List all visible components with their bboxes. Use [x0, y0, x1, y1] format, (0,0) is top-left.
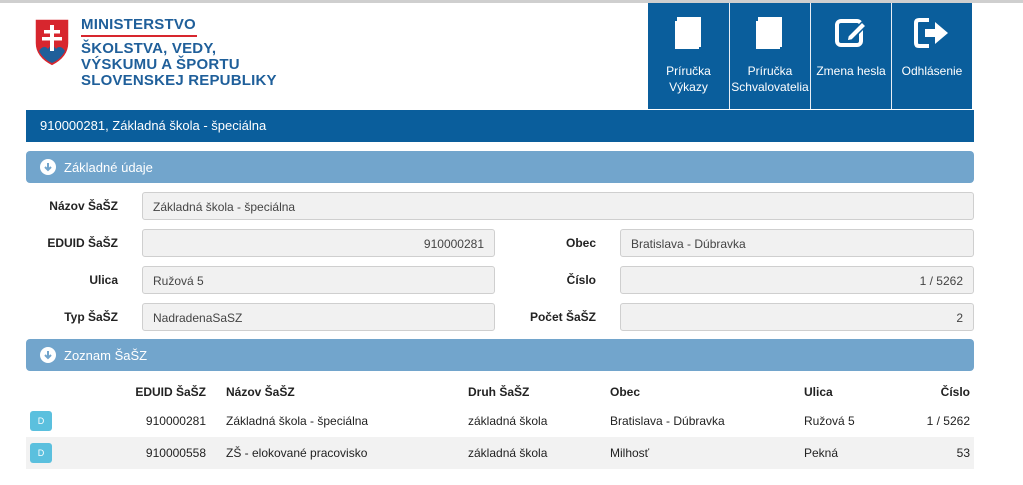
count-label: Počet ŠaŠZ — [529, 310, 596, 324]
book-icon — [754, 13, 786, 53]
cell-name: Základná škola - špeciálna — [226, 414, 369, 428]
section-list-header[interactable]: Zoznam ŠaŠZ — [26, 339, 974, 371]
eduid-field[interactable]: 910000281 — [142, 229, 495, 257]
number-label: Číslo — [566, 273, 596, 287]
name-field[interactable]: Základná škola - špeciálna — [142, 192, 974, 220]
manual-approvers-label: Príručka Schvalovatelia — [731, 64, 809, 94]
street-field[interactable]: Ružová 5 — [142, 266, 495, 294]
edit-icon — [834, 13, 868, 53]
arrow-down-circle-icon — [40, 347, 56, 363]
logo-line-2: ŠKOLSTVA, VEDY, — [81, 40, 217, 57]
detail-button[interactable]: D — [30, 411, 52, 431]
manual-approvers-button[interactable]: Príručka Schvalovatelia — [729, 3, 810, 109]
arrow-down-circle-icon — [40, 159, 56, 175]
municipality-label: Obec — [565, 236, 596, 250]
logout-button[interactable]: Odhlásenie — [891, 3, 972, 109]
section-basic-header[interactable]: Základné údaje — [26, 151, 974, 183]
column-header-name: Názov ŠaŠZ — [226, 385, 295, 399]
cell-municipality: Bratislava - Dúbravka — [610, 414, 725, 428]
detail-button[interactable]: D — [30, 443, 52, 463]
logo-text: MINISTERSTVO ŠKOLSTVA, VEDY, VÝSKUMU A Š… — [81, 17, 277, 89]
table-row[interactable]: D 910000558 ZŠ - elokované pracovisko zá… — [26, 437, 974, 469]
change-password-label: Zmena hesla — [816, 64, 886, 78]
manual-reports-button[interactable]: Príručka Výkazy — [648, 3, 729, 109]
manual-reports-label: Príručka Výkazy — [666, 64, 711, 94]
column-header-municipality: Obec — [610, 385, 641, 399]
type-label: Typ ŠaŠZ — [64, 310, 118, 324]
school-title-bar: 910000281, Základná škola - špeciálna — [26, 110, 974, 142]
column-header-type: Druh ŠaŠZ — [468, 385, 530, 399]
cell-number: 1 / 5262 — [926, 414, 970, 428]
section-basic-title: Základné údaje — [64, 159, 153, 175]
name-label: Názov ŠaŠZ — [49, 199, 118, 213]
cell-type: základná škola — [468, 446, 548, 460]
logo-line-1: MINISTERSTVO — [81, 16, 196, 33]
type-field[interactable]: NadradenaSaSZ — [142, 303, 495, 331]
cell-street: Ružová 5 — [804, 414, 855, 428]
book-icon — [673, 13, 705, 53]
eduid-label: EDUID ŠaŠZ — [47, 236, 118, 250]
ministry-logo: MINISTERSTVO ŠKOLSTVA, VEDY, VÝSKUMU A Š… — [33, 17, 277, 89]
logo-line-4: SLOVENSKEJ REPUBLIKY — [81, 72, 277, 89]
coat-of-arms-icon — [34, 18, 70, 67]
count-field[interactable]: 2 — [620, 303, 974, 331]
cell-eduid: 910000281 — [145, 414, 206, 428]
street-label: Ulica — [89, 273, 118, 287]
cell-eduid: 910000558 — [145, 446, 206, 460]
column-header-street: Ulica — [804, 385, 833, 399]
logout-icon — [913, 13, 951, 53]
top-nav: Príručka Výkazy Príručka Schvalovatelia … — [648, 3, 972, 109]
section-list-title: Zoznam ŠaŠZ — [64, 347, 148, 363]
municipality-field[interactable]: Bratislava - Dúbravka — [620, 229, 974, 257]
cell-name: ZŠ - elokované pracovisko — [226, 446, 368, 460]
logout-label: Odhlásenie — [901, 64, 963, 78]
logo-divider — [81, 35, 197, 37]
cell-number: 53 — [956, 446, 970, 460]
cell-street: Pekná — [804, 446, 839, 460]
table-row[interactable]: D 910000281 Základná škola - špeciálna z… — [26, 405, 974, 437]
number-field[interactable]: 1 / 5262 — [620, 266, 974, 294]
change-password-button[interactable]: Zmena hesla — [810, 3, 891, 109]
column-header-eduid: EDUID ŠaŠZ — [135, 385, 206, 399]
cell-municipality: Milhosť — [610, 446, 650, 460]
column-header-number: Číslo — [940, 385, 970, 399]
logo-line-3: VÝSKUMU A ŠPORTU — [81, 56, 240, 73]
cell-type: základná škola — [468, 414, 548, 428]
